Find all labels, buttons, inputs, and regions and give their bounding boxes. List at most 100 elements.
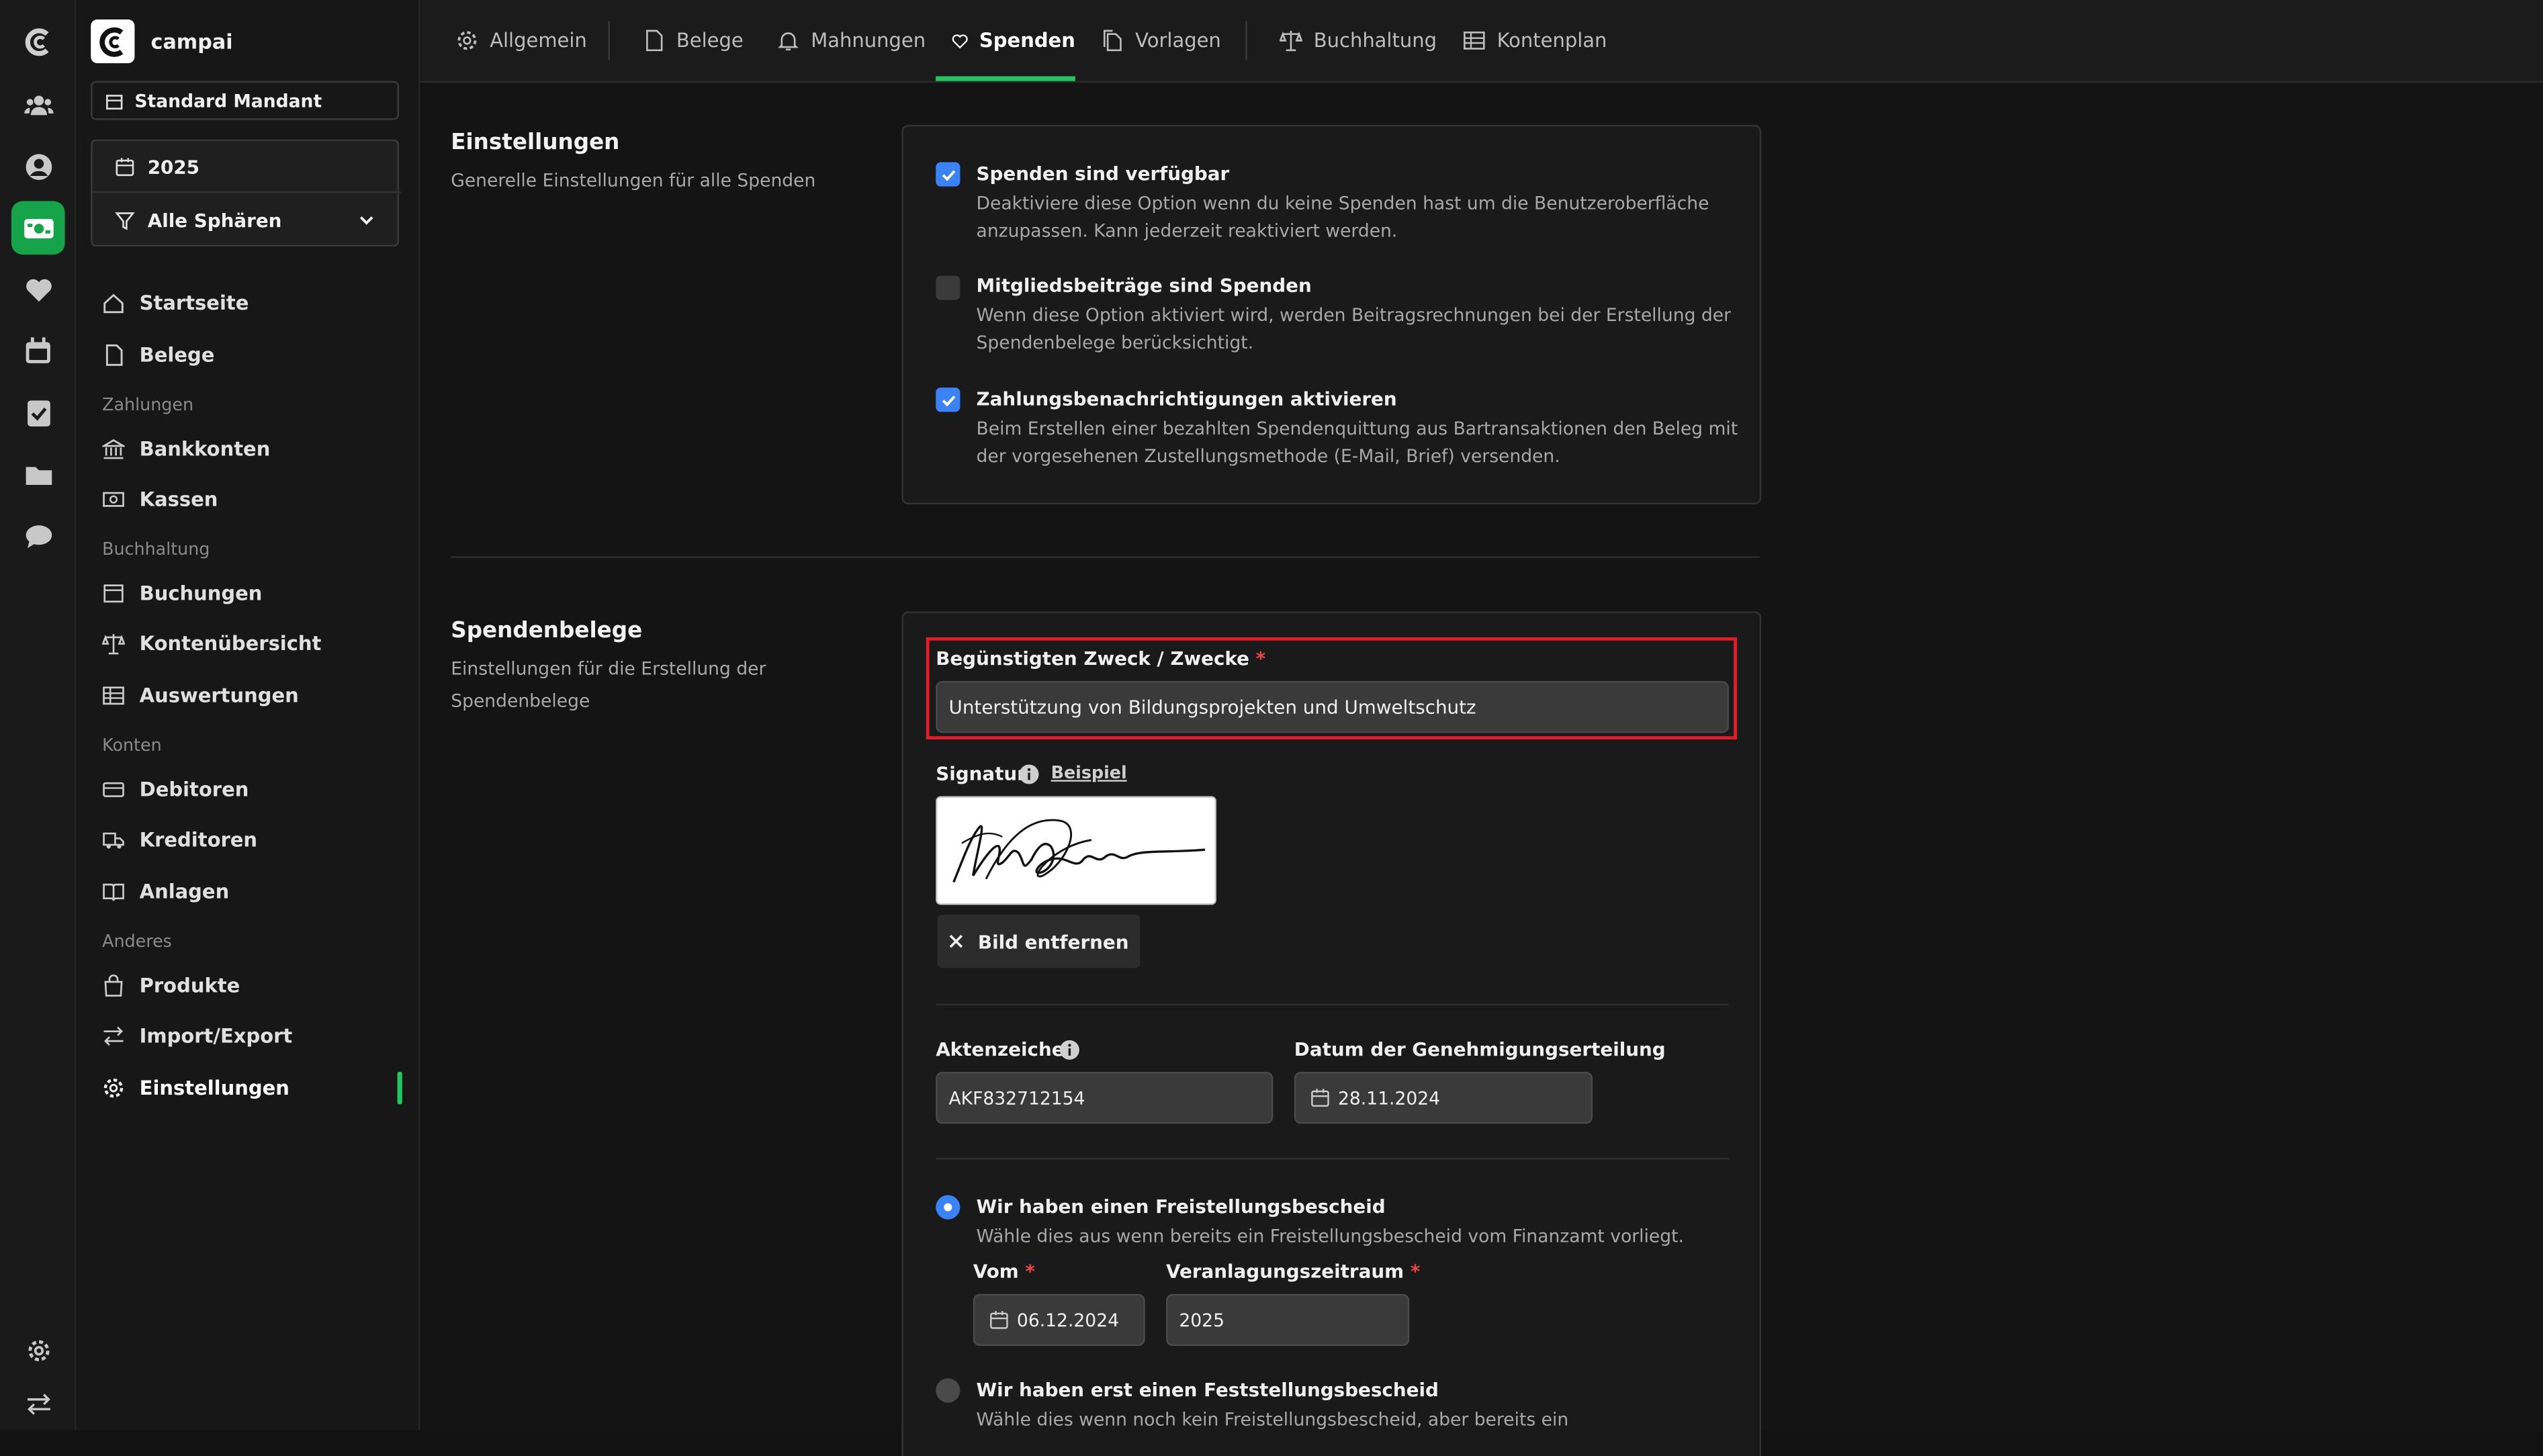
tab-spenden[interactable]: Spenden [936,0,1075,81]
zeitraum-value: 2025 [1179,1309,1224,1331]
zeitraum-input[interactable]: 2025 [1166,1293,1410,1347]
sphere-selector[interactable]: Alle Sphären [93,195,401,246]
mandant-selector[interactable]: Standard Mandant [91,81,399,120]
aktenzeichen-label: Aktenzeichen [936,1038,1078,1061]
section-buchhaltung: Buchhaltung [102,540,210,560]
radio-feststellungsbescheid[interactable] [936,1378,961,1403]
table-icon [103,686,124,705]
sidebar-item-anlagen[interactable]: Anlagen [102,874,410,909]
user-circle-icon[interactable] [11,140,65,193]
tab-label: Buchhaltung [1313,29,1437,52]
vom-label: Vom * [973,1260,1035,1283]
tab-belege[interactable]: Belege [644,0,744,81]
radio-description: Wähle dies aus wenn bereits ein Freistel… [976,1226,1684,1247]
purpose-label: Begünstigten Zweck / Zwecke * [936,647,1265,670]
calendar-small-icon [990,1311,1008,1329]
tab-buchhaltung[interactable]: Buchhaltung [1280,0,1437,81]
tab-mahnungen[interactable]: Mahnungen [777,0,926,81]
checkbox-mitgliedsbeitraege[interactable] [936,275,961,300]
sidebar-item-kassen[interactable]: Kassen [102,482,410,517]
date-input[interactable]: 28.11.2024 [1294,1072,1593,1124]
tab-label: Allgemein [490,29,587,52]
chevron-down-icon [359,216,373,225]
vom-label-text: Vom [973,1260,1019,1283]
campai-logo-icon[interactable] [11,15,65,69]
filter-icon [115,212,135,230]
signature-image [936,796,1216,905]
date-value: 28.11.2024 [1337,1087,1441,1109]
tab-divider [1245,21,1247,60]
sidebar-item-einstellungen[interactable]: Einstellungen [102,1071,410,1106]
tab-vorlagen[interactable]: Vorlagen [1101,0,1221,81]
info-icon[interactable] [1059,1040,1080,1060]
info-icon[interactable] [1018,764,1039,784]
sidebar-item-debitoren[interactable]: Debitoren [102,772,410,807]
sidebar-item-bankkonten[interactable]: Bankkonten [102,431,410,467]
settings-gear-icon[interactable] [11,1323,65,1377]
radio-dot [944,1203,952,1212]
year-selector[interactable]: 2025 [92,141,401,193]
sidebar-item-belege[interactable]: Belege [102,337,410,373]
sidebar-item-import-export[interactable]: Import/Export [102,1018,410,1054]
org-logo-icon [91,19,135,64]
sidebar-item-label: Produkte [139,974,240,997]
radio-title: Wir haben erst einen Feststellungsbesche… [976,1378,1439,1402]
calendar-small-icon [116,157,134,175]
checkbox-zahlungsbenachrichtigungen[interactable] [936,388,961,412]
sidebar-item-auswertungen[interactable]: Auswertungen [102,678,410,713]
finance-icon[interactable] [11,201,65,255]
option-description: Beim Erstellen einer bezahlten Spendenqu… [976,418,1738,467]
import-export-icon [103,1026,124,1046]
tab-label: Spenden [979,29,1075,52]
bank-icon [102,439,125,459]
icon-rail [0,0,77,1430]
close-icon [949,934,963,948]
tab-allgemein[interactable]: Allgemein [455,0,587,81]
remove-image-button[interactable]: Bild entfernen [937,914,1141,968]
checkbox-spenden-verfuegbar[interactable] [936,162,961,187]
document-icon [105,344,123,366]
tab-label: Belege [676,29,744,52]
tab-kontenplan[interactable]: Kontenplan [1463,0,1607,81]
chat-icon[interactable] [11,509,65,563]
sidebar-item-label: Buchungen [139,582,263,605]
scale-icon [1280,30,1302,52]
archive-icon [103,584,124,603]
sidebar-item-label: Kassen [139,488,218,511]
zeitraum-label-text: Veranlagungszeitraum [1166,1260,1404,1283]
option-description: Wenn diese Option aktiviert wird, werden… [976,304,1732,354]
aktenzeichen-input[interactable]: AKF832712154 [936,1072,1274,1124]
sidebar-item-label: Kontenübersicht [139,632,322,655]
sidebar-item-startseite[interactable]: Startseite [102,285,410,321]
bell-icon [778,32,799,50]
sphere-label: Alle Sphären [147,209,282,232]
sidebar-item-buchungen[interactable]: Buchungen [102,576,410,611]
option-title: Zahlungsbenachrichtigungen aktivieren [976,388,1397,410]
required-mark: * [1255,647,1266,670]
sidebar-item-produkte[interactable]: Produkte [102,968,410,1003]
receipts-section-title: Spendenbelege [451,617,643,644]
sidebar-item-label: Import/Export [139,1024,293,1048]
gear-icon [457,31,477,50]
tab-label: Vorlagen [1135,29,1221,52]
tasks-icon[interactable] [11,386,65,440]
sidebar-item-label: Auswertungen [139,684,299,707]
calendar-icon[interactable] [11,324,65,378]
switch-arrows-icon[interactable] [11,1377,65,1430]
top-tabs: Allgemein Belege Mahnungen Spenden Vorla… [420,0,2543,83]
book-icon [103,883,124,901]
folder-icon[interactable] [11,447,65,501]
heart-icon[interactable] [11,263,65,316]
sidebar-item-kontenuebersicht[interactable]: Kontenübersicht [102,626,410,662]
org-name: campai [150,29,233,54]
sidebar-item-kreditoren[interactable]: Kreditoren [102,822,410,858]
purpose-input[interactable]: Unterstützung von Bildungsprojekten und … [936,681,1729,733]
members-icon[interactable] [11,78,65,132]
signature-label: Signatur [936,762,1026,785]
sidebar-item-label: Anlagen [139,880,230,903]
vom-input[interactable]: 06.12.2024 [973,1293,1145,1347]
radio-freistellungsbescheid[interactable] [936,1195,961,1220]
sidebar-item-label: Startseite [139,291,249,315]
checkmark-icon [941,394,955,406]
signature-example-link[interactable]: Beispiel [1051,764,1127,783]
